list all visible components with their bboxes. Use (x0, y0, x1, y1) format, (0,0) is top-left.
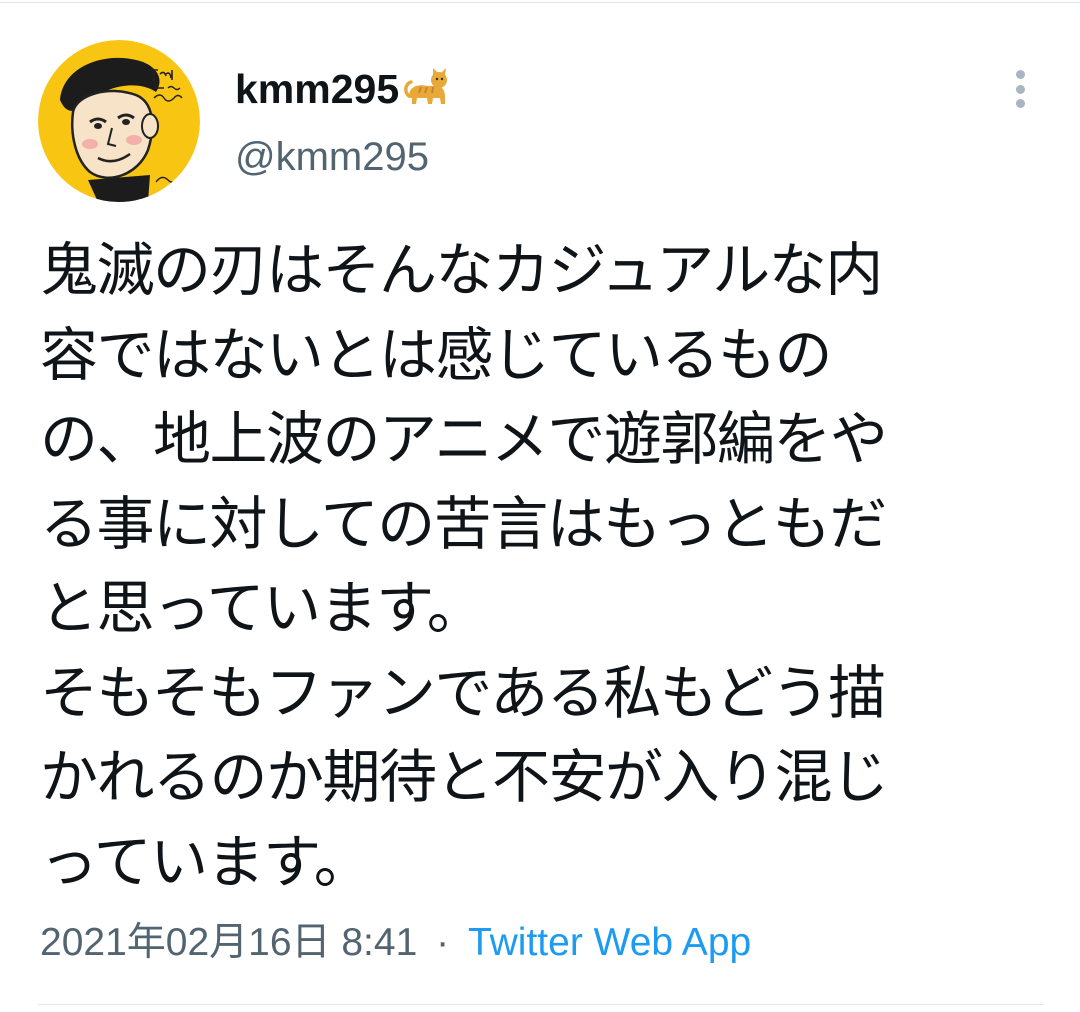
more-options-button[interactable] (1004, 66, 1036, 112)
avatar-illustration (38, 40, 200, 202)
more-dot-icon (1015, 99, 1025, 108)
tweet-line: と思っています。 (40, 574, 485, 642)
avatar[interactable] (38, 40, 200, 202)
tweet-line: そもそもファンである私もどう描 (40, 658, 886, 727)
divider (38, 1004, 1044, 1005)
tweet-meta: 2021年02月16日 8:41 · Twitter Web App (40, 918, 751, 968)
meta-separator: · (436, 921, 450, 964)
tweet-text: 鬼滅の刃はそんなカジュアルな内 容ではないとは感じているもの の、地上波のアニメ… (40, 228, 1050, 904)
tweet-line: 容ではないとは感じているもの (40, 320, 833, 389)
divider (0, 2, 1080, 3)
more-dot-icon (1015, 70, 1025, 79)
more-dot-icon (1015, 84, 1025, 94)
tweet-line: 鬼滅の刃はそんなカジュアルな内 (40, 236, 883, 304)
user-handle[interactable]: @kmm295 (235, 133, 429, 181)
cat-icon (403, 66, 451, 112)
source-link[interactable]: Twitter Web App (468, 921, 751, 964)
display-name[interactable]: kmm295 (235, 64, 451, 114)
tweet-card: kmm295 @kmm295 鬼滅の刃はそんなカジュアルな内 容ではないとは感じ… (0, 0, 1080, 1012)
tweet-line: る事に対しての苦言はもっともだ (40, 489, 887, 558)
timestamp[interactable]: 2021年02月16日 8:41 (40, 921, 417, 964)
tweet-line: かれるのか期待と不安が入り混じ (40, 743, 889, 811)
tweet-line: の、地上波のアニメで遊郭編をや (40, 405, 888, 473)
tweet-line: っています。 (40, 827, 372, 896)
display-name-text: kmm295 (235, 66, 400, 112)
